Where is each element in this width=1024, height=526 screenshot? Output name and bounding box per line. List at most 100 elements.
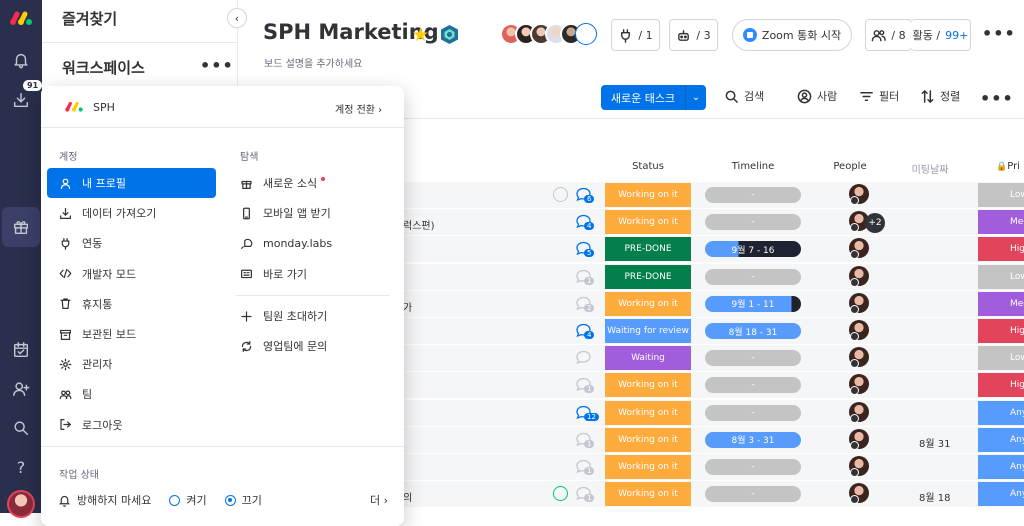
board-description[interactable]: 보드 설명을 추가하세요 [264,55,362,70]
people-cell[interactable] [849,456,871,478]
priority-cell[interactable]: High [978,319,1024,343]
timeline-cell[interactable]: - [705,350,801,367]
user-avatar[interactable] [7,490,35,518]
timeline-cell[interactable]: - [705,404,801,421]
timeline-cell[interactable]: 8월 18 - 31 [705,323,801,339]
person-filter-button[interactable]: 사람 [797,88,837,104]
status-cell[interactable]: PRE-DONE [605,237,691,262]
people-cell[interactable] [849,401,871,424]
table-row[interactable]: 4 Waiting for review 8월 18 - 31 High [403,318,1024,345]
status-cell[interactable]: Working on it [605,373,691,398]
priority-cell[interactable]: Low [978,264,1024,289]
people-cell[interactable] [849,184,871,206]
column-header-meeting-date[interactable]: 미팅날짜 [900,161,960,176]
people-cell[interactable]: +2 [849,211,885,234]
timeline-cell[interactable]: 9월 1 - 11 [705,295,801,312]
people-cell[interactable] [849,292,871,315]
workspace-heading[interactable]: 워크스페이스 [62,57,145,78]
table-row[interactable]: 5 PRE-DONE 9월 7 - 16 High [403,236,1024,264]
menu-item-whats-new[interactable]: 새로운 소식 [228,168,388,198]
priority-cell[interactable]: Medium [978,291,1024,316]
table-row[interactable]: 의 1 Working on it- 8월 18 Any time [403,481,1024,509]
people-cell[interactable] [849,483,871,505]
menu-item-admin[interactable]: 관리자 [47,349,216,379]
menu-item-import-data[interactable]: 데이터 가져오기 [47,198,216,228]
switch-account-button[interactable]: 계정 전환 › [335,101,382,116]
menu-item-invite-members[interactable]: 팀원 초대하기 [228,301,388,331]
meeting-date-cell[interactable]: 8월 31 [919,435,950,450]
dnd-more-button[interactable]: 더 › [370,492,388,508]
menu-item-my-profile[interactable]: 내 프로필 [47,168,216,198]
priority-cell[interactable]: High [978,237,1024,262]
dnd-off-radio[interactable] [224,494,236,506]
inbox-download-icon[interactable] [9,88,33,112]
table-row[interactable]: 1 Working on it- Any time [403,454,1024,481]
help-icon[interactable]: ? [9,455,33,479]
timeline-cell[interactable]: - [705,377,801,394]
favorite-star-icon[interactable]: ★ [412,24,429,46]
table-row[interactable]: 12 Working on it- Any time [403,399,1024,427]
priority-cell[interactable]: Low [978,183,1024,207]
task-name[interactable]: 럭스편) [403,217,435,232]
board-more-button[interactable]: ••• [982,24,1016,43]
column-header-people[interactable]: People [820,161,880,172]
timeline-cell[interactable]: 9월 7 - 16 [705,241,801,258]
priority-cell[interactable]: Medium [978,210,1024,235]
table-row[interactable]: 가 2 Working on it 9월 1 - 11 Medium [403,290,1024,318]
my-work-calendar-icon[interactable] [9,338,33,362]
status-cell[interactable]: Working on it [605,455,691,479]
status-cell[interactable]: Working on it [605,427,691,452]
people-cell[interactable] [849,320,871,342]
check-circle-icon[interactable] [553,187,568,202]
zoom-call-button[interactable]: Zoom 통화 시작 [732,19,852,51]
people-cell[interactable] [849,374,871,396]
table-row[interactable]: 1 Working on it 8월 3 - 31 8월 31 Any time [403,426,1024,454]
priority-cell[interactable]: Any time [978,427,1024,452]
meeting-date-cell[interactable]: 8월 18 [919,489,950,504]
dnd-off-label[interactable]: 끄기 [242,492,262,508]
status-cell[interactable]: PRE-DONE [605,264,691,289]
column-header-status[interactable]: Status [605,161,691,172]
priority-cell[interactable]: High [978,373,1024,398]
table-row[interactable]: 6 Working on it- Low [403,182,1024,209]
menu-item-trash[interactable]: 휴지통 [47,289,216,319]
status-cell[interactable]: Working on it [605,291,691,316]
check-circle-icon[interactable] [553,486,568,502]
people-cell[interactable] [849,265,871,288]
column-header-priority[interactable]: 🔒Pri [996,161,1024,172]
menu-item-archived-boards[interactable]: 보관된 보드 [47,319,216,349]
status-cell[interactable]: Waiting for review [605,319,691,343]
chevron-down-icon[interactable]: ⌄ [685,85,706,110]
menu-item-teams[interactable]: 팀 [47,379,216,409]
status-cell[interactable]: Working on it [605,400,691,425]
menu-item-shortcuts[interactable]: 바로 가기 [228,259,388,289]
timeline-cell[interactable]: - [705,486,801,503]
toolbar-more-button[interactable]: ••• [980,89,1014,108]
notifications-bell-icon[interactable] [9,48,33,72]
status-cell[interactable]: Working on it [605,183,691,207]
workspace-hexagon-icon[interactable] [439,24,460,45]
table-row[interactable]: 럭스편) 4 Working on it- +2 Medium [403,209,1024,237]
menu-item-monday-labs[interactable]: monday.labs [228,228,388,258]
status-cell[interactable]: Working on it [605,210,691,235]
priority-cell[interactable]: Any time [978,455,1024,479]
table-row[interactable]: 1 Working on it- High [403,372,1024,400]
menu-item-mobile-app[interactable]: 모바일 앱 받기 [228,198,388,228]
menu-item-logout[interactable]: 로그아웃 [47,410,216,440]
timeline-cell[interactable]: - [705,187,801,203]
favorites-heading[interactable]: 즐겨찾기 [62,8,117,29]
status-cell[interactable]: Working on it [605,482,691,507]
search-icon[interactable] [9,416,33,440]
updates-bubble-icon[interactable] [575,350,592,365]
filter-button[interactable]: 필터 [859,88,899,104]
people-cell[interactable] [849,428,871,451]
timeline-cell[interactable]: - [705,214,801,231]
add-subscriber-icon[interactable] [575,23,597,45]
status-cell[interactable]: Waiting [605,346,691,371]
timeline-cell[interactable]: 8월 3 - 31 [705,431,801,448]
dnd-on-radio[interactable] [169,494,181,506]
gift-icon[interactable] [9,215,33,239]
workspace-more-button[interactable]: ••• [200,56,234,75]
monday-logo[interactable] [9,9,33,27]
priority-cell[interactable]: Any time [978,482,1024,507]
